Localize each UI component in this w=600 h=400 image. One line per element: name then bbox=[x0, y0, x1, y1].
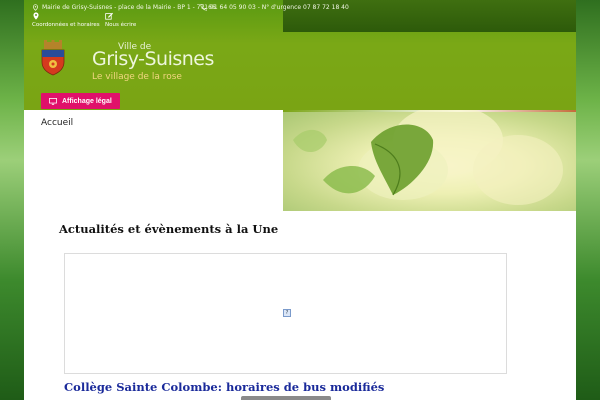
site-logo[interactable]: Ville de Grisy-Suisnes Le village de la … bbox=[40, 40, 230, 86]
scroll-to-top-tab[interactable] bbox=[241, 396, 331, 400]
edit-icon bbox=[105, 12, 113, 20]
hours-link[interactable]: Coordonnées et horaires bbox=[32, 12, 100, 28]
monitor-icon bbox=[49, 97, 57, 105]
nav-item-home[interactable]: Accueil bbox=[41, 118, 73, 128]
news-article-link[interactable]: Collège Sainte Colombe: horaires de bus … bbox=[64, 380, 384, 394]
page-frame: Mairie de Grisy-Suisnes - place de la Ma… bbox=[24, 0, 576, 400]
page-background-left bbox=[0, 0, 24, 400]
map-pin-icon bbox=[33, 4, 38, 11]
page-background-right bbox=[576, 0, 600, 400]
address-line: Mairie de Grisy-Suisnes - place de la Ma… bbox=[32, 4, 216, 11]
rose-leaves-illustration bbox=[293, 110, 563, 205]
map-pin-icon bbox=[33, 12, 39, 20]
phone-text: 01 64 05 90 03 - N° d'urgence 07 87 72 1… bbox=[210, 4, 349, 11]
news-card-image[interactable]: ? bbox=[64, 253, 507, 374]
site-header: Mairie de Grisy-Suisnes - place de la Ma… bbox=[24, 0, 576, 110]
legal-notice-label: Affichage légal bbox=[62, 97, 112, 105]
legal-notice-button[interactable]: Affichage légal bbox=[41, 93, 120, 109]
phone-line: 01 64 05 90 03 - N° d'urgence 07 87 72 1… bbox=[200, 4, 349, 11]
address-text: Mairie de Grisy-Suisnes - place de la Ma… bbox=[42, 4, 216, 11]
contact-link[interactable]: Nous écrire bbox=[105, 12, 136, 28]
logo-name: Grisy-Suisnes bbox=[92, 48, 214, 70]
main-navigation: Accueil bbox=[24, 110, 283, 211]
contact-link-label: Nous écrire bbox=[105, 22, 137, 28]
hero-banner bbox=[283, 110, 576, 211]
section-title: Actualités et évènements à la Une bbox=[59, 222, 279, 236]
hours-link-label: Coordonnées et horaires bbox=[32, 22, 100, 28]
news-section: Actualités et évènements à la Une ? Coll… bbox=[24, 211, 576, 400]
logo-text: Ville de Grisy-Suisnes Le village de la … bbox=[70, 40, 230, 86]
logo-tagline: Le village de la rose bbox=[92, 72, 182, 82]
broken-image-icon: ? bbox=[283, 309, 291, 317]
coat-of-arms-icon bbox=[41, 40, 65, 76]
phone-icon bbox=[200, 4, 207, 11]
